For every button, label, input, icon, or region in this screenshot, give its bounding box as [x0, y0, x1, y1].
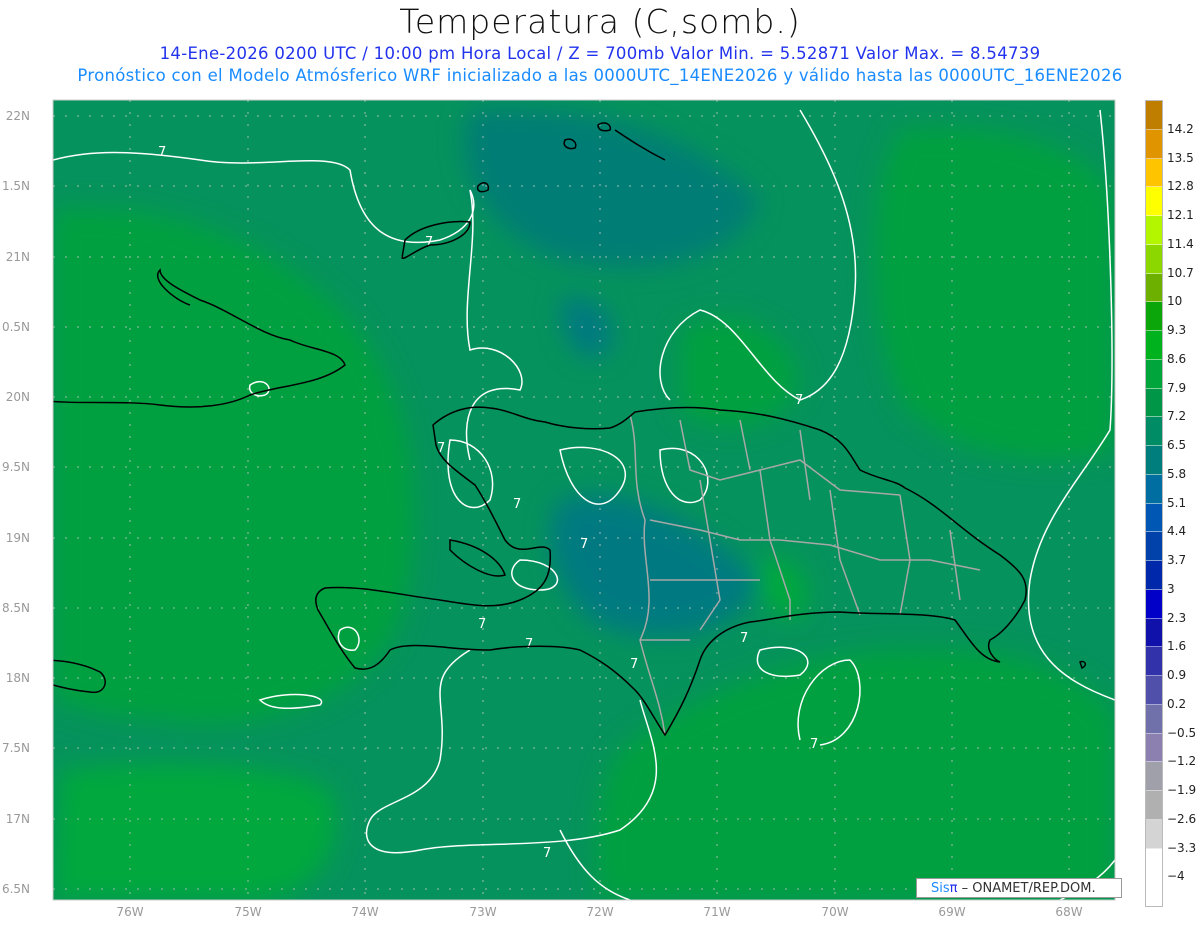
colorbar-label: 9.3: [1167, 323, 1187, 337]
onamet-logo: Sisπ – ONAMET/REP.DOM.: [916, 878, 1122, 898]
colorbar-box: [1146, 618, 1162, 648]
lat-label: 7.5N: [1, 741, 30, 755]
colorbar-label: 3.7: [1167, 553, 1187, 567]
contour-label: 7: [630, 657, 638, 672]
colorbar-box: [1146, 244, 1162, 274]
colorbar-label: 7.2: [1167, 409, 1187, 424]
colorbar-label: 8.6: [1167, 351, 1187, 366]
lat-label: 1.5N: [1, 179, 30, 193]
colorbar-box: [1146, 819, 1162, 849]
colorbar-box: [1146, 359, 1162, 389]
colorbar-box: [1146, 474, 1162, 504]
map-plot: 7 7 7 7 7 7 7 7 7 7 7 7: [52, 99, 1116, 901]
colorbar-label: 13.5: [1167, 150, 1194, 165]
colorbar-box: [1146, 762, 1162, 791]
lon-label: 75W: [234, 905, 262, 919]
lat-label: 18N: [5, 671, 30, 685]
lat-label: 19N: [5, 531, 30, 545]
colorbar-box: [1146, 417, 1162, 446]
logo-pi: π: [949, 881, 958, 896]
colorbar-box: [1146, 302, 1162, 331]
colorbar-box: [1146, 704, 1162, 734]
colorbar-label: 7.9: [1167, 380, 1187, 395]
colorbar-box: [1146, 561, 1162, 590]
contour-label: 7: [513, 497, 521, 512]
colorbar-label: 1.6: [1167, 639, 1187, 654]
lon-label: 69W: [938, 905, 966, 919]
colorbar-box: [1146, 388, 1162, 418]
colorbar-box: [1146, 848, 1162, 878]
colorbar-box: [1146, 446, 1162, 475]
contour-label: 7: [525, 637, 533, 652]
colorbar-label: 10.7: [1167, 265, 1194, 280]
colorbar-box: [1146, 331, 1162, 360]
colorbar-box: [1146, 791, 1162, 820]
lat-label: 20N: [5, 390, 30, 404]
colorbar-label: 6.5: [1167, 438, 1187, 452]
colorbar-label: −4: [1167, 869, 1185, 884]
lat-label: 17N: [5, 812, 30, 826]
lon-label: 71W: [703, 905, 731, 919]
contour-label: 7: [740, 631, 748, 646]
colorbar-box: [1146, 187, 1162, 216]
lat-label: 21N: [5, 250, 30, 264]
colorbar-box: [1146, 158, 1162, 188]
colorbar-box: [1146, 589, 1162, 619]
lat-label: 6.5N: [1, 882, 30, 896]
colorbar-label: 0.9: [1167, 668, 1187, 682]
colorbar-label: 10: [1167, 294, 1183, 309]
contour-label: 7: [158, 145, 166, 160]
colorbar-box: [1146, 216, 1162, 245]
lon-label: 73W: [469, 905, 497, 919]
logo-text: – ONAMET/REP.DOM.: [961, 881, 1096, 896]
contour-label: 7: [425, 235, 433, 250]
contour-label: 7: [810, 737, 818, 752]
colorbar-label: −0.5: [1167, 725, 1197, 740]
colorbar-box: [1146, 273, 1162, 303]
lon-label: 76W: [116, 905, 144, 919]
colorbar-label: 5.1: [1167, 495, 1187, 510]
colorbar-label: −2.6: [1167, 811, 1197, 826]
lon-label: 74W: [351, 905, 379, 919]
colorbar-label: 4.4: [1167, 524, 1187, 539]
colorbar-label: 3: [1167, 581, 1175, 596]
colorbar-box: [1146, 503, 1162, 533]
logo-sis: Sis: [931, 881, 950, 896]
colorbar-box: [1146, 129, 1162, 159]
contour-label: 7: [478, 617, 486, 632]
colorbar-label: 14.2: [1167, 121, 1194, 136]
colorbar-label: −3.3: [1167, 840, 1197, 855]
lat-label: 22N: [5, 109, 30, 123]
lon-label: 68W: [1055, 905, 1083, 919]
lon-label: 72W: [586, 905, 614, 919]
colorbar-label: 12.1: [1167, 208, 1194, 222]
colorbar-box: [1146, 101, 1162, 130]
lat-label: 8.5N: [1, 601, 30, 615]
colorbar-label: 11.4: [1167, 236, 1194, 251]
contour-label: 7: [795, 393, 803, 408]
lat-label: 0.5N: [1, 320, 30, 334]
colorbar-box: [1146, 647, 1162, 676]
colorbar-label: 12.8: [1167, 179, 1194, 194]
contour-label: 7: [437, 441, 445, 456]
lat-label: 9.5N: [1, 460, 30, 474]
colorbar-label: −1.2: [1167, 754, 1197, 769]
colorbar-label: −1.9: [1167, 783, 1197, 797]
lon-label: 70W: [821, 905, 849, 919]
colorbar-label: 2.3: [1167, 610, 1187, 625]
colorbar: [1145, 100, 1163, 907]
contour-label: 7: [580, 537, 588, 552]
colorbar-label: 5.8: [1167, 466, 1187, 481]
colorbar-box: [1146, 877, 1162, 906]
colorbar-label: 0.2: [1167, 696, 1187, 711]
colorbar-box: [1146, 532, 1162, 561]
colorbar-box: [1146, 676, 1162, 705]
contour-label: 7: [543, 846, 551, 861]
colorbar-box: [1146, 733, 1162, 763]
